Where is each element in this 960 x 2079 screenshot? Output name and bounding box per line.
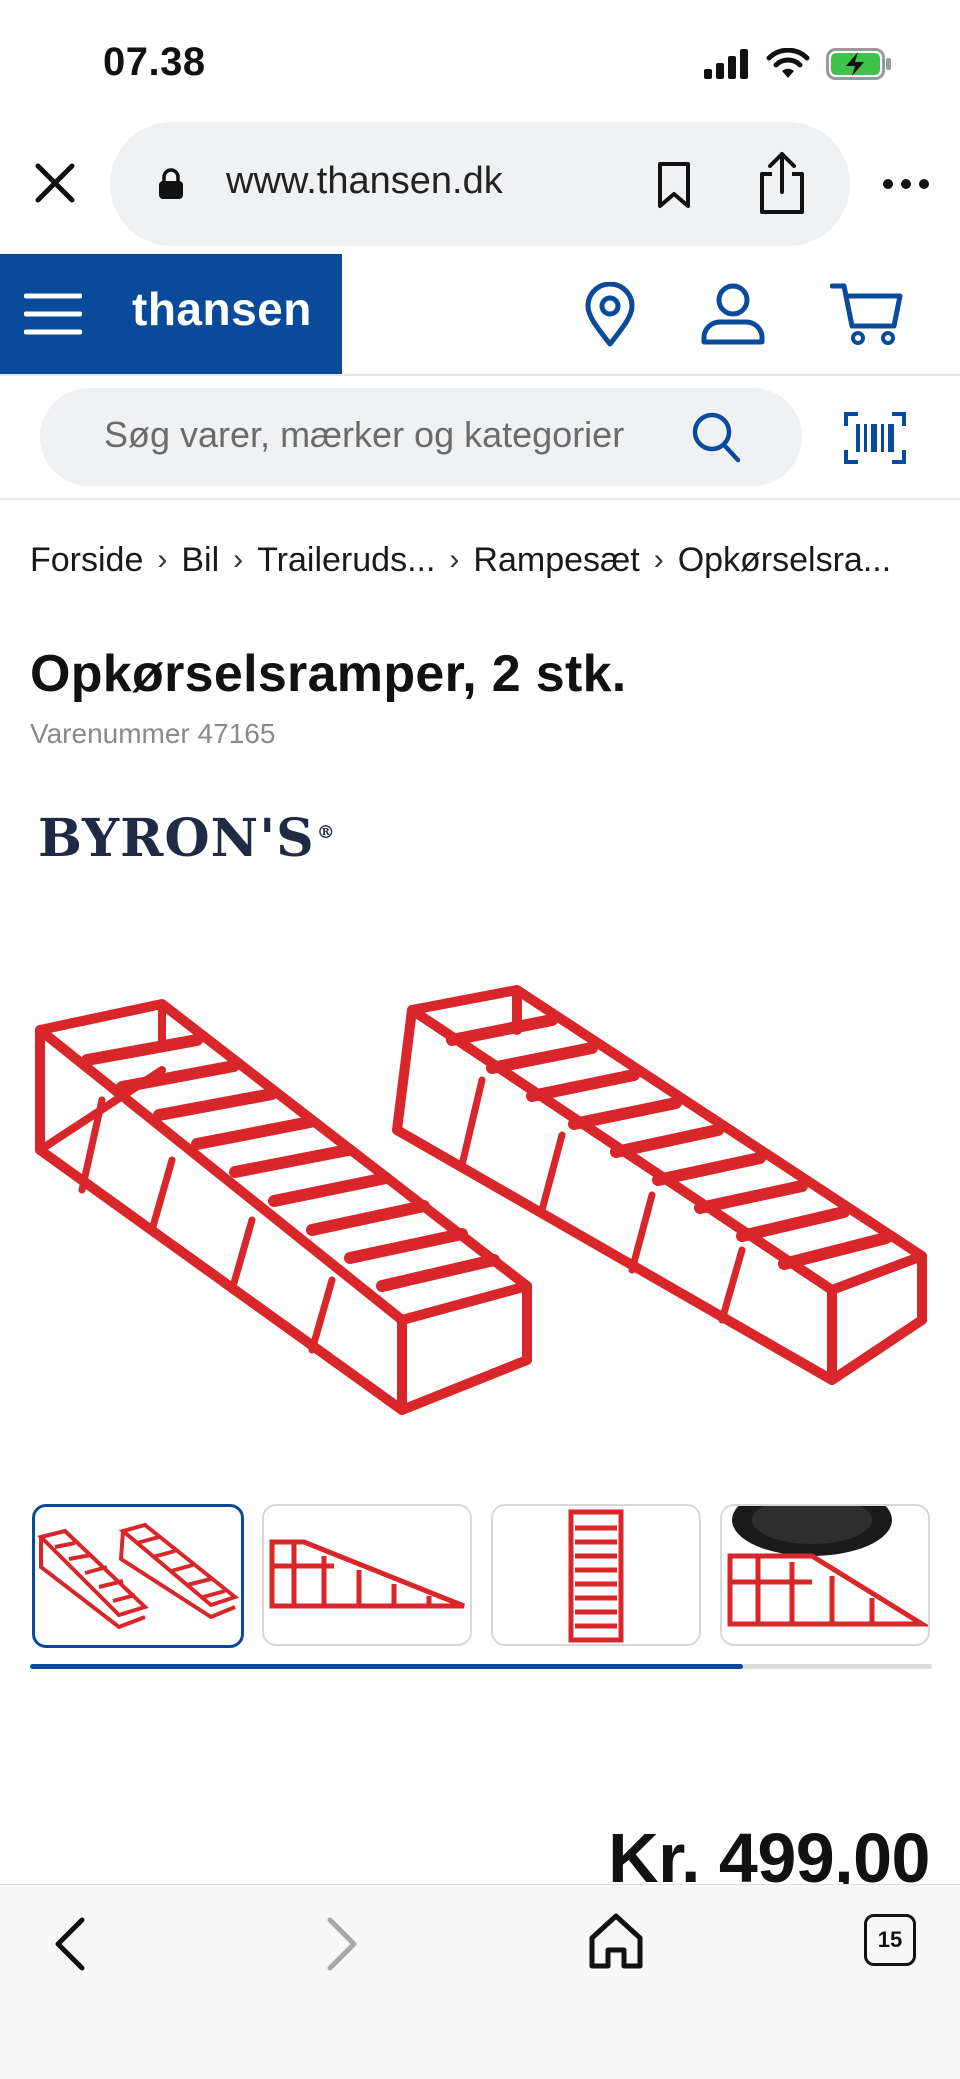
breadcrumb-separator: › xyxy=(157,543,168,576)
breadcrumb-item-trailerudstyr[interactable]: Traileruds... xyxy=(257,541,435,580)
url-text[interactable]: www.thansen.dk xyxy=(226,160,503,203)
browser-toolbar xyxy=(0,1884,960,2079)
thumbnail-image xyxy=(568,1509,624,1643)
ramp-left xyxy=(35,999,532,1415)
more-icon[interactable] xyxy=(880,172,932,196)
status-time: 07.38 xyxy=(103,40,206,84)
brand-logo-text: BYRON'S xyxy=(38,808,315,869)
hamburger-icon[interactable] xyxy=(24,292,82,336)
sku-number: 47165 xyxy=(197,718,276,749)
breadcrumb-item-bil[interactable]: Bil xyxy=(181,541,219,580)
gallery-thumbnail[interactable] xyxy=(32,1504,244,1648)
cart-icon[interactable] xyxy=(830,282,904,346)
breadcrumb-item-forside[interactable]: Forside xyxy=(30,541,143,580)
brand-logo-mark: ® xyxy=(316,821,336,843)
product-title: Opkørselsramper, 2 stk. xyxy=(30,645,627,703)
product-main-image[interactable] xyxy=(22,960,938,1430)
search-divider xyxy=(0,498,960,500)
thumbnail-image xyxy=(727,1506,928,1627)
thumbnail-image xyxy=(37,1522,240,1630)
ramp-right xyxy=(392,985,927,1385)
lock-icon xyxy=(159,168,183,199)
tabs-button[interactable]: 15 xyxy=(864,1914,916,1966)
gallery-progress-fill xyxy=(30,1664,743,1669)
close-icon[interactable] xyxy=(30,158,80,208)
product-sku: Varenummer 47165 xyxy=(30,718,275,750)
chevron-right-icon[interactable] xyxy=(318,1914,366,1974)
barcode-scanner-icon[interactable] xyxy=(844,412,906,464)
gallery-thumbnail[interactable] xyxy=(262,1504,472,1646)
search-placeholder[interactable]: Søg varer, mærker og kategorier xyxy=(104,414,652,458)
breadcrumb-item-rampesaet[interactable]: Rampesæt xyxy=(473,541,639,580)
thumbnail-image xyxy=(269,1539,465,1609)
breadcrumb-separator: › xyxy=(233,543,244,576)
chevron-left-icon[interactable] xyxy=(46,1914,94,1974)
share-icon[interactable] xyxy=(754,150,810,216)
breadcrumb-separator: › xyxy=(653,543,664,576)
header-divider xyxy=(0,374,960,376)
status-icons xyxy=(704,44,892,84)
sku-label: Varenummer xyxy=(30,718,190,749)
bookmark-icon[interactable] xyxy=(652,160,696,210)
breadcrumb-separator: › xyxy=(449,543,460,576)
battery-charging-icon xyxy=(826,48,891,80)
home-icon[interactable] xyxy=(588,1912,644,1972)
user-icon[interactable] xyxy=(700,282,766,346)
breadcrumb: Forside › Bil › Traileruds... › Rampesæt… xyxy=(30,540,891,580)
cellular-signal-icon xyxy=(704,49,748,79)
gallery-thumbnail[interactable] xyxy=(720,1504,930,1646)
wifi-icon xyxy=(766,48,810,78)
breadcrumb-item-current: Opkørselsra... xyxy=(677,540,892,579)
brand-logo[interactable]: BYRON'S ® xyxy=(38,808,336,869)
site-logo[interactable]: thansen xyxy=(132,282,312,336)
location-pin-icon[interactable] xyxy=(582,282,638,348)
gallery-thumbnail[interactable] xyxy=(491,1504,701,1646)
search-icon[interactable] xyxy=(690,410,742,464)
